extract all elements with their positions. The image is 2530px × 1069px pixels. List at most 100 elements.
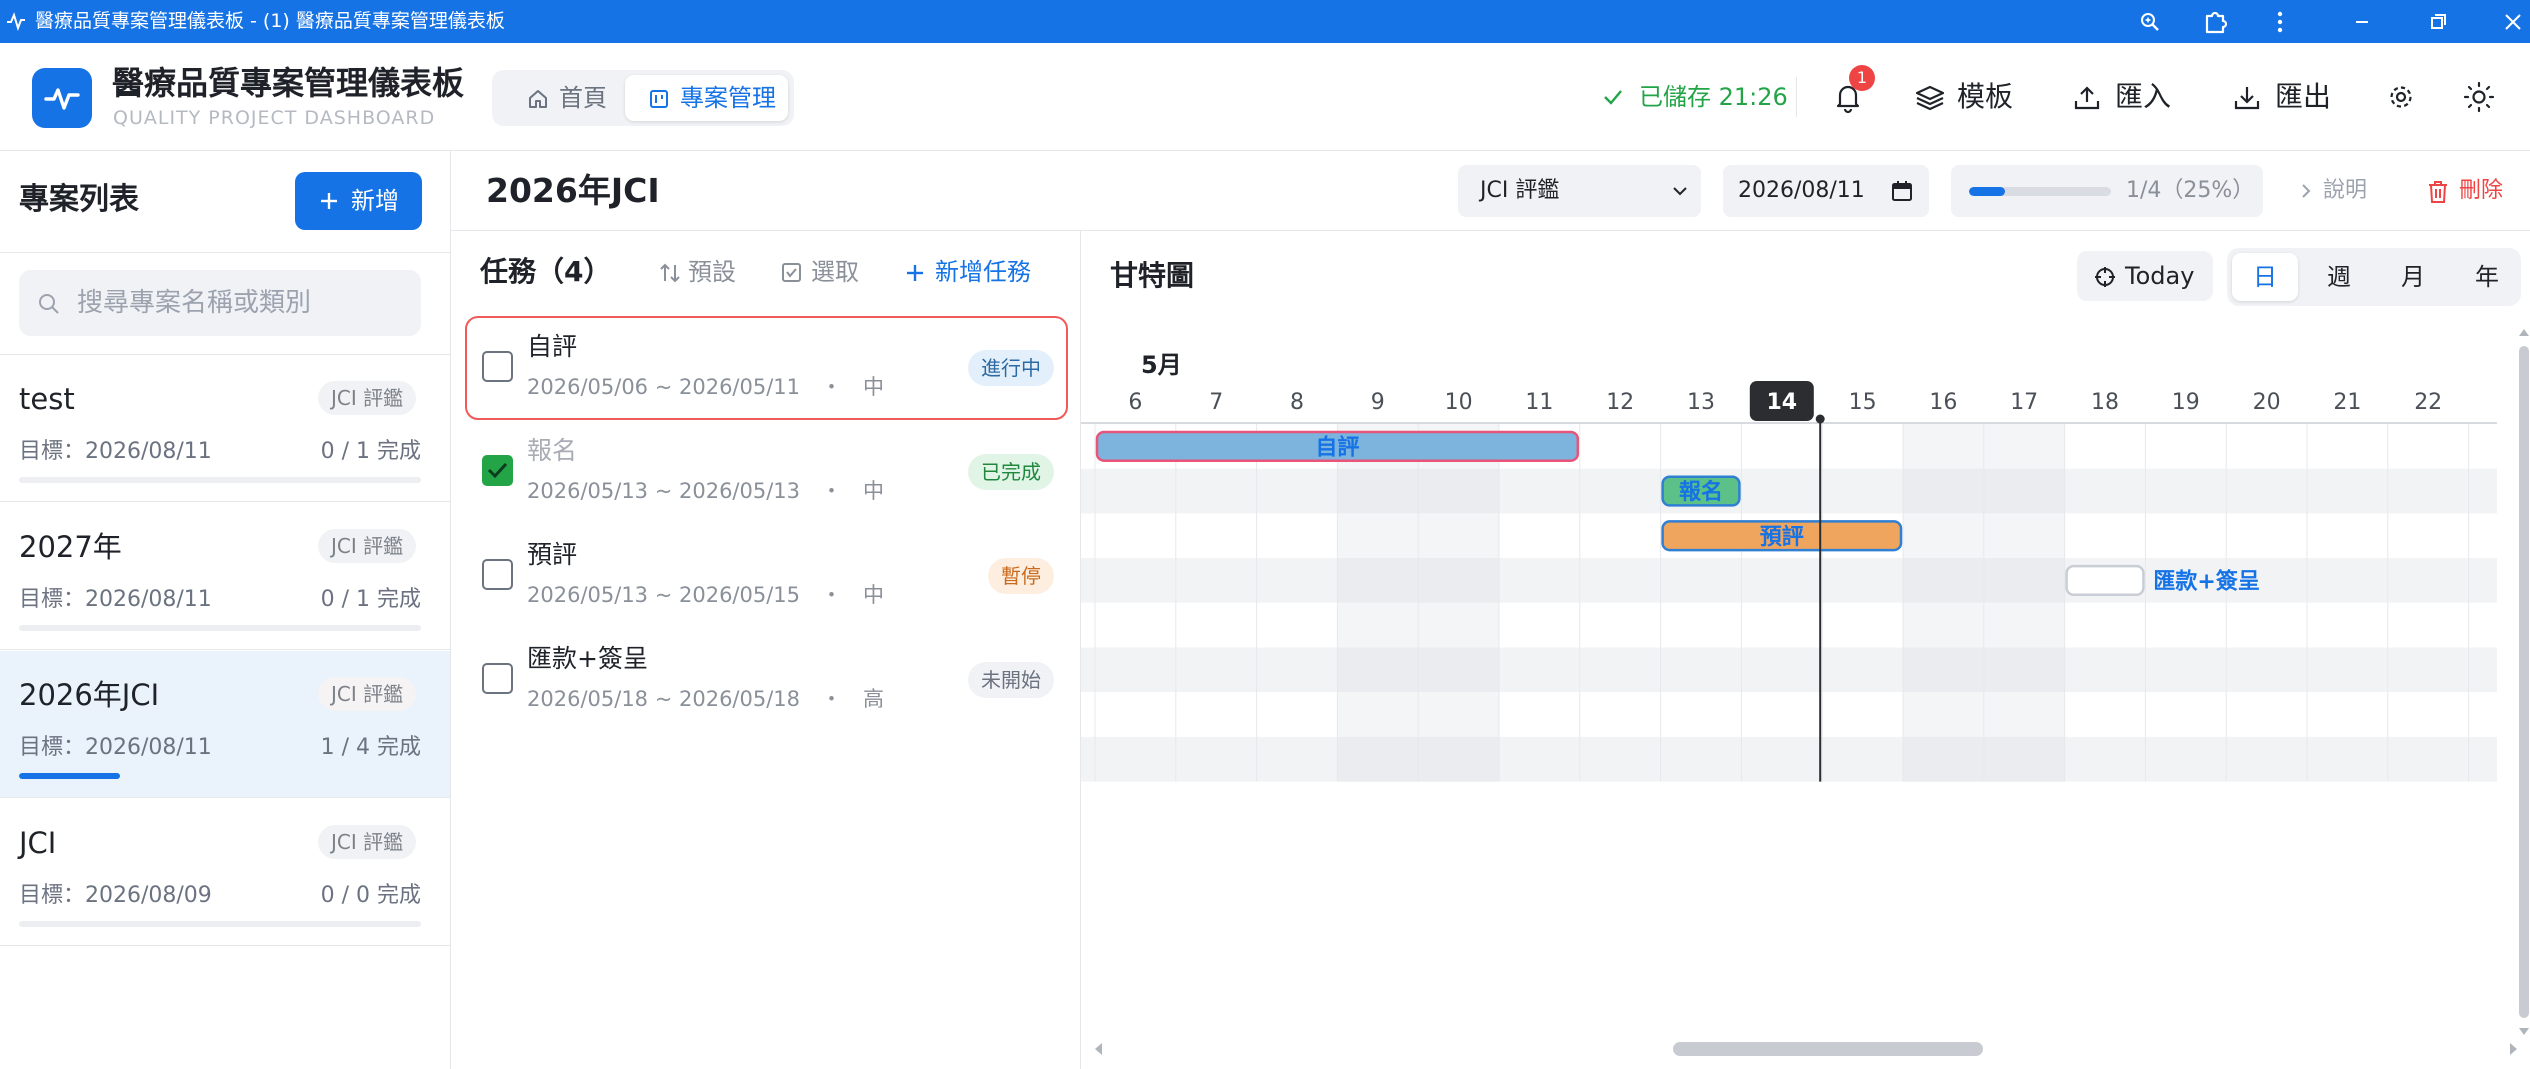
tab-home-label: 首頁 xyxy=(559,84,607,112)
gantt-weekend-cell xyxy=(1337,736,1419,782)
project-progress-bar xyxy=(19,921,421,927)
task-name: 匯款+簽呈 xyxy=(527,644,648,673)
category-select-value: JCI 評鑑 xyxy=(1480,178,1560,203)
sidebar-title: 專案列表 xyxy=(19,182,139,217)
sun-icon[interactable] xyxy=(2461,79,2497,115)
zoom-icon[interactable] xyxy=(2136,8,2164,36)
gantt-weekend-cell xyxy=(1418,736,1499,782)
save-status-text: 已儲存 21:26 xyxy=(1639,83,1788,111)
gantt-weekend-cell xyxy=(1983,692,2065,737)
view-week[interactable]: 週 xyxy=(2306,253,2372,301)
task-item[interactable]: 報名 2026/05/13 ~ 2026/05/13 ・ 中 已完成 xyxy=(465,420,1068,524)
tab-project-management[interactable]: 專案管理 xyxy=(625,75,788,121)
gantt-day-label: 11 xyxy=(1525,390,1553,415)
gantt-weekend-cell xyxy=(1983,602,2065,648)
scroll-left-arrow[interactable] xyxy=(1095,1043,1102,1055)
gantt-day-label: 9 xyxy=(1371,390,1385,415)
download-icon xyxy=(2234,87,2260,110)
project-search-input[interactable]: 搜尋專案名稱或類別 xyxy=(19,270,421,336)
task-meta: 2026/05/18 ~ 2026/05/18 ・ 高 xyxy=(527,687,885,711)
project-item-active[interactable]: 2026年JCI JCI 評鑑 目標：2026/08/11 1 / 4 完成 xyxy=(0,651,450,798)
project-item[interactable]: JCI JCI 評鑑 目標：2026/08/09 0 / 0 完成 xyxy=(0,799,450,946)
app-title: 醫療品質專案管理儀表板 xyxy=(112,64,465,102)
gantt-view-switch: 日 週 月 年 xyxy=(2227,248,2521,306)
view-year[interactable]: 年 xyxy=(2454,253,2520,301)
category-select[interactable]: JCI 評鑑 xyxy=(1458,165,1701,217)
delete-label: 刪除 xyxy=(2459,178,2504,203)
new-project-button[interactable]: 新增 xyxy=(295,172,422,230)
task-checkbox-checked[interactable] xyxy=(482,455,513,486)
task-checkbox[interactable] xyxy=(482,663,513,694)
import-label: 匯入 xyxy=(2115,80,2172,113)
view-day[interactable]: 日 xyxy=(2232,253,2298,301)
today-button[interactable]: Today xyxy=(2077,251,2213,301)
tab-project-management-label: 專案管理 xyxy=(680,84,776,112)
project-name: test xyxy=(19,382,75,416)
sort-icon xyxy=(660,263,680,283)
project-completion-count: 0 / 1 完成 xyxy=(320,439,421,464)
gantt-row xyxy=(1081,692,2497,737)
task-checkbox[interactable] xyxy=(482,351,513,382)
window-title: 醫療品質專案管理儀表板 - (1) 醫療品質專案管理儀表板 xyxy=(35,10,505,32)
target-date-input[interactable]: 2026/08/11 xyxy=(1723,165,1929,217)
scroll-right-arrow[interactable] xyxy=(2510,1043,2517,1055)
gantt-weekend-cell xyxy=(1337,647,1419,693)
gantt-weekend-cell xyxy=(1418,602,1499,648)
task-item[interactable]: 匯款+簽呈 2026/05/18 ~ 2026/05/18 ・ 高 未開始 xyxy=(465,628,1068,732)
minimize-icon[interactable] xyxy=(2348,8,2376,36)
app-subtitle: QUALITY PROJECT DASHBOARD xyxy=(113,107,436,129)
gantt-bar-label: 匯款+簽呈 xyxy=(2153,568,2259,594)
gantt-weekend-cell xyxy=(1418,513,1499,559)
gantt-day-label: 13 xyxy=(1687,390,1715,415)
plus-icon xyxy=(321,193,337,209)
vertical-scrollbar[interactable] xyxy=(2519,346,2529,1018)
task-name: 自評 xyxy=(527,332,578,361)
gantt-day-label: 22 xyxy=(2414,390,2442,415)
upload-icon xyxy=(2074,86,2100,110)
gantt-bar-label: 報名 xyxy=(1679,479,1723,505)
gantt-row xyxy=(1081,468,2497,514)
pulse-icon xyxy=(44,88,80,110)
project-progress: 1/4（25%） xyxy=(1951,165,2263,217)
header-divider xyxy=(1796,77,1797,117)
scroll-down-arrow[interactable] xyxy=(2519,1028,2529,1035)
project-sidebar: 專案列表 新增 搜尋專案名稱或類別 test JCI 評鑑 目標：2026/08… xyxy=(0,151,451,1069)
horizontal-scrollbar[interactable] xyxy=(1673,1042,1983,1056)
more-menu-icon[interactable] xyxy=(2266,8,2294,36)
plus-icon xyxy=(907,265,923,281)
task-item[interactable]: 預評 2026/05/13 ~ 2026/05/15 ・ 中 暫停 xyxy=(465,524,1068,628)
scroll-up-arrow[interactable] xyxy=(2519,329,2529,336)
tab-home[interactable]: 首頁 xyxy=(502,75,622,121)
project-target-date: 目標：2026/08/11 xyxy=(19,439,212,464)
gantt-chart: 6 7 8 9 10 11 12 13 14 15 16 17 18 19 20 21 22 自評報名預評匯款+簽… xyxy=(1081,329,2529,1056)
gantt-weekend-cell xyxy=(1337,558,1419,603)
gantt-panel: 甘特圖 Today 日 週 月 年 5月 6 7 8 9 10 11 12 13 14 15 16 1… xyxy=(1081,231,2530,1069)
sidebar-divider xyxy=(0,252,450,253)
gantt-row xyxy=(1081,602,2497,648)
gantt-day-label: 12 xyxy=(1606,390,1634,415)
project-completion-count: 1 / 4 完成 xyxy=(320,735,421,760)
extension-icon[interactable] xyxy=(2201,8,2229,36)
view-month[interactable]: 月 xyxy=(2380,253,2446,301)
project-item[interactable]: test JCI 評鑑 目標：2026/08/11 0 / 1 完成 xyxy=(0,355,450,502)
project-name: JCI xyxy=(19,826,57,860)
project-name: 2027年 xyxy=(19,530,122,564)
project-item[interactable]: 2027年 JCI 評鑑 目標：2026/08/11 0 / 1 完成 xyxy=(0,503,450,650)
gantt-day-label: 18 xyxy=(2091,390,2119,415)
gantt-bar-label: 預評 xyxy=(1760,524,1804,550)
task-name: 預評 xyxy=(527,540,578,569)
task-checkbox[interactable] xyxy=(482,559,513,590)
close-window-icon[interactable] xyxy=(2499,8,2527,36)
restore-icon[interactable] xyxy=(2424,8,2452,36)
gantt-day-label: 8 xyxy=(1290,390,1304,415)
check-icon xyxy=(487,462,508,479)
gear-icon[interactable] xyxy=(2383,79,2419,115)
notification-badge: 1 xyxy=(1849,65,1875,91)
gantt-weekend-cell xyxy=(1337,692,1419,737)
today-line-dot xyxy=(1815,414,1825,424)
task-status-badge: 暫停 xyxy=(988,558,1054,594)
gantt-bar[interactable] xyxy=(2065,564,2145,597)
template-label: 模板 xyxy=(1957,80,2014,113)
gantt-weekend-cell xyxy=(1337,513,1419,559)
task-item-selected[interactable]: 自評 2026/05/06 ~ 2026/05/11 ・ 中 進行中 xyxy=(465,316,1068,420)
